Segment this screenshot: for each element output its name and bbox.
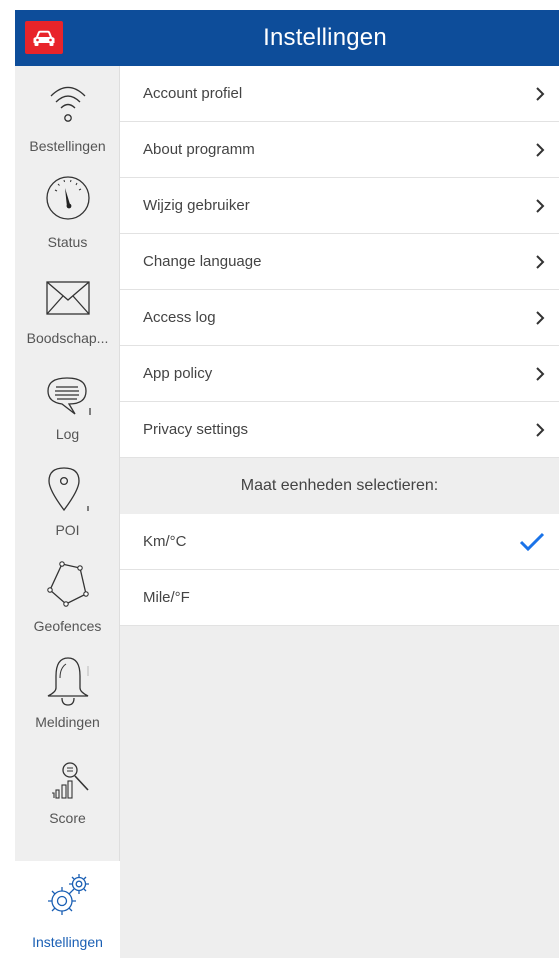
settings-item-label: Access log [143, 309, 216, 326]
settings-item-label: Wijzig gebruiker [143, 197, 250, 214]
chevron-right-icon [535, 310, 545, 331]
settings-item-label: About programm [143, 141, 255, 158]
settings-item-account-profiel[interactable]: Account profiel [120, 66, 559, 122]
units-section-heading: Maat eenheden selectieren: [120, 458, 559, 514]
sidebar-item-label: Status [47, 234, 88, 250]
chevron-right-icon [535, 422, 545, 443]
settings-item-label: Account profiel [143, 85, 243, 102]
chevron-right-icon [535, 366, 545, 387]
sidebar-item-label: Instellingen [32, 934, 103, 950]
sidebar-item-label: POI [55, 522, 80, 538]
sidebar-item-geofences[interactable]: Geofences [15, 546, 120, 642]
sidebar-item-status[interactable]: Status [15, 162, 120, 258]
checkmark-icon [519, 532, 545, 557]
score-icon [42, 744, 94, 809]
speedometer-icon [43, 168, 93, 229]
settings-item-privacy-settings[interactable]: Privacy settings [120, 402, 559, 458]
unit-option-label: Mile/°F [143, 589, 190, 606]
map-pin-icon [42, 456, 94, 517]
bell-icon [42, 648, 94, 713]
sidebar-item-instellingen[interactable]: Instellingen [15, 861, 120, 958]
chevron-right-icon [535, 142, 545, 163]
app: Instellingen Bestellingen Status Boodsch… [0, 0, 559, 958]
settings-item-wijzig-gebruiker[interactable]: Wijzig gebruiker [120, 178, 559, 234]
sidebar-item-label: Geofences [33, 618, 102, 634]
settings-item-label: Change language [143, 253, 262, 270]
settings-item-about-programm[interactable]: About programm [120, 122, 559, 178]
sidebar: Bestellingen Status Boodschap... Log POI… [15, 66, 120, 958]
sidebar-item-boodschappen[interactable]: Boodschap... [15, 258, 120, 354]
gears-icon [40, 867, 96, 928]
unit-option-label: Km/°C [143, 533, 187, 550]
wifi-icon [45, 72, 91, 133]
sidebar-item-score[interactable]: Score [15, 738, 120, 834]
envelope-icon [42, 264, 94, 325]
polygon-icon [42, 552, 94, 613]
sidebar-item-label: Log [55, 426, 80, 442]
chevron-right-icon [535, 86, 545, 107]
sidebar-item-label: Score [49, 810, 86, 826]
sidebar-item-label: Boodschap... [26, 330, 109, 346]
sidebar-item-meldingen[interactable]: Meldingen [15, 642, 120, 738]
settings-item-label: Privacy settings [143, 421, 249, 438]
settings-item-label: App policy [143, 365, 213, 382]
sidebar-item-poi[interactable]: POI [15, 450, 120, 546]
unit-option-imperial[interactable]: Mile/°F [120, 570, 559, 626]
settings-item-app-policy[interactable]: App policy [120, 346, 559, 402]
sidebar-item-bestellingen[interactable]: Bestellingen [15, 66, 120, 162]
settings-item-change-language[interactable]: Change language [120, 234, 559, 290]
settings-item-access-log[interactable]: Access log [120, 290, 559, 346]
chevron-right-icon [535, 198, 545, 219]
settings-panel: Account profiel About programm Wijzig ge… [120, 66, 559, 958]
page-title: Instellingen [263, 24, 387, 51]
chevron-right-icon [535, 254, 545, 275]
sidebar-item-log[interactable]: Log [15, 354, 120, 450]
app-header: Instellingen [15, 10, 559, 66]
chat-bubble-icon [42, 360, 94, 421]
unit-option-metric[interactable]: Km/°C [120, 514, 559, 570]
sidebar-item-label: Bestellingen [29, 138, 106, 154]
sidebar-item-label: Meldingen [35, 714, 100, 730]
